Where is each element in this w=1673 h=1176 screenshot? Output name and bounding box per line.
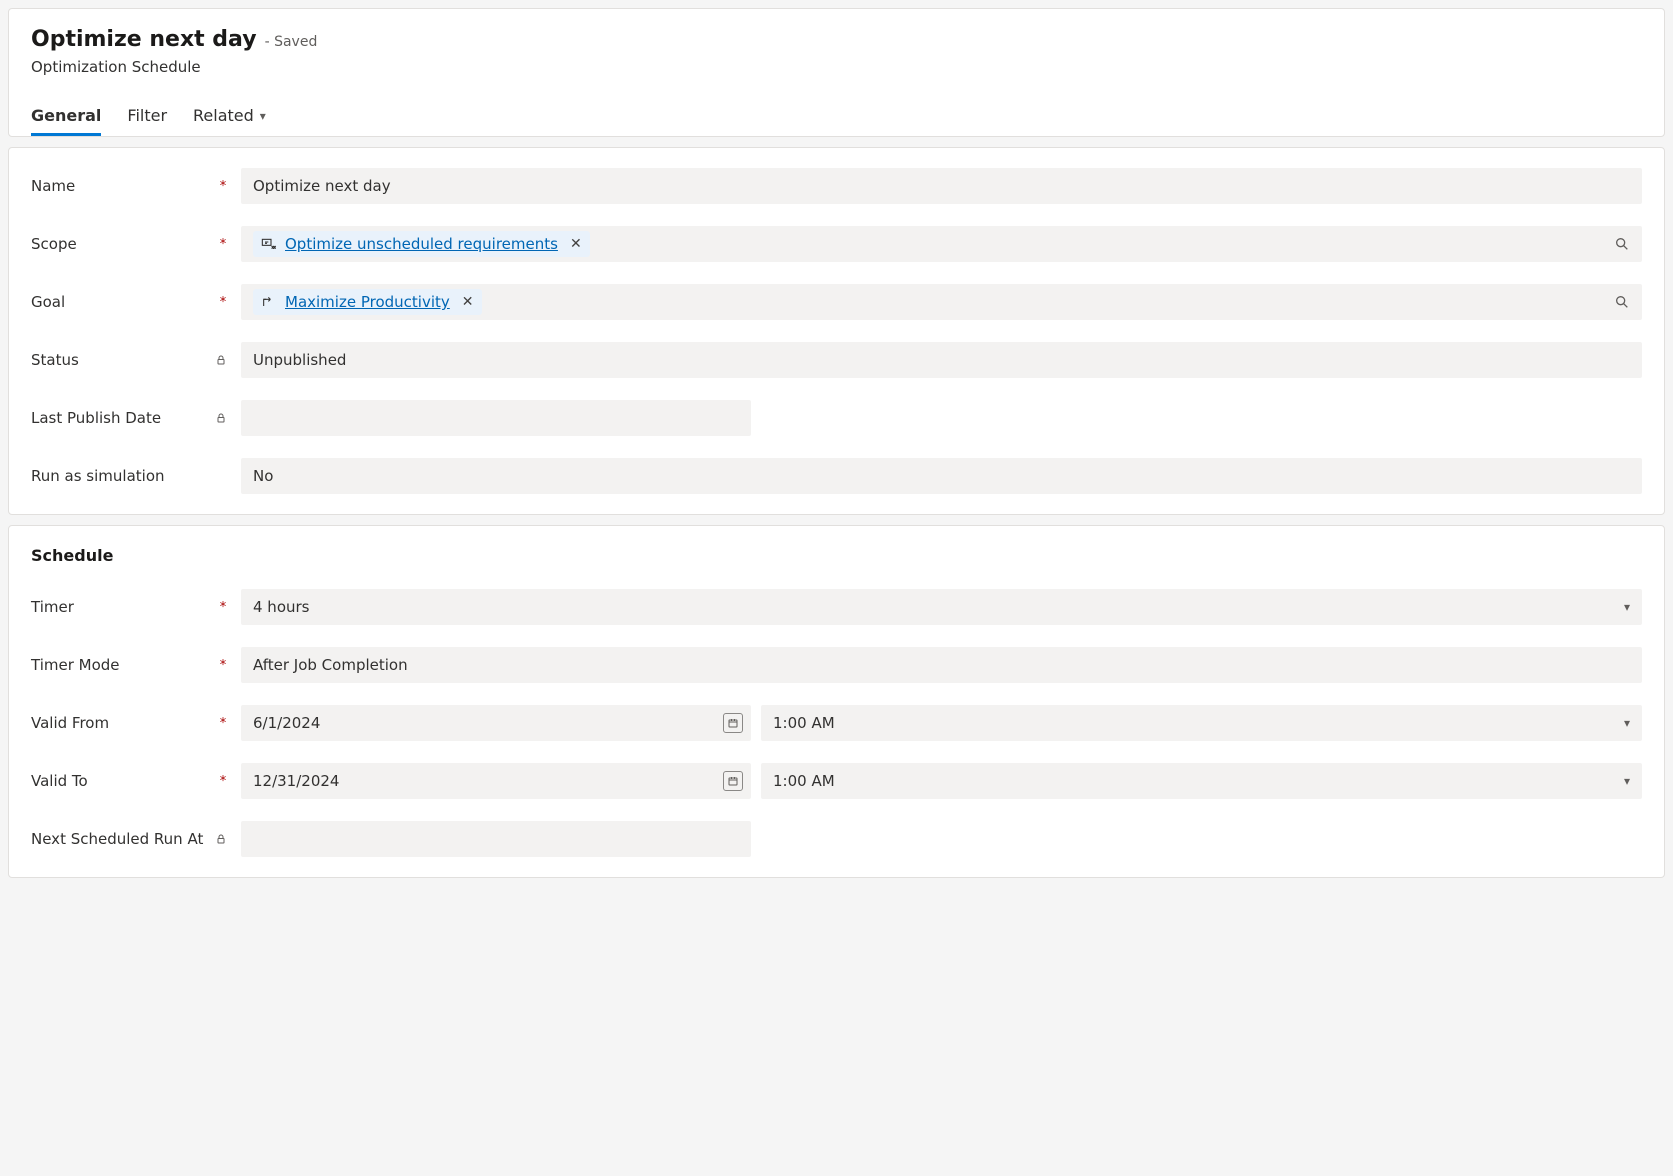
input-value: 12/31/2024 (253, 772, 339, 790)
timer-select[interactable]: 4 hours ▾ (241, 589, 1642, 625)
tab-label: General (31, 106, 101, 125)
required-indicator-icon: * (215, 774, 231, 789)
chevron-down-icon: ▾ (1624, 600, 1630, 614)
field-timer: Timer * 4 hours ▾ (31, 589, 1642, 625)
run-as-simulation-input[interactable]: No (241, 458, 1642, 494)
tab-related[interactable]: Related ▾ (193, 98, 266, 136)
field-label: Valid To (31, 772, 88, 790)
search-icon[interactable] (1614, 236, 1630, 252)
status-input: Unpublished (241, 342, 1642, 378)
required-indicator-icon: * (215, 295, 231, 310)
field-label: Scope (31, 235, 77, 253)
lock-icon (215, 354, 231, 366)
field-timer-mode: Timer Mode * After Job Completion (31, 647, 1642, 683)
input-value: 1:00 AM (773, 772, 835, 790)
field-scope: Scope * Optimize unscheduled requirement… (31, 226, 1642, 262)
field-label: Goal (31, 293, 65, 311)
input-value: No (253, 467, 273, 485)
lock-icon (215, 833, 231, 845)
field-label: Last Publish Date (31, 409, 161, 427)
form-header: Optimize next day - Saved Optimization S… (8, 8, 1665, 137)
field-last-publish-date: Last Publish Date (31, 400, 1642, 436)
required-indicator-icon: * (215, 237, 231, 252)
search-icon[interactable] (1614, 294, 1630, 310)
valid-to-time-select[interactable]: 1:00 AM ▾ (761, 763, 1642, 799)
calendar-icon[interactable] (723, 713, 743, 733)
calendar-icon[interactable] (723, 771, 743, 791)
field-label: Name (31, 177, 75, 195)
chevron-down-icon: ▾ (260, 109, 266, 123)
input-value: Optimize next day (253, 177, 391, 195)
input-value: 6/1/2024 (253, 714, 320, 732)
goal-lookup[interactable]: Maximize Productivity ✕ (241, 284, 1642, 320)
field-valid-from: Valid From * 6/1/2024 1:00 AM ▾ (31, 705, 1642, 741)
field-valid-to: Valid To * 12/31/2024 1:00 AM ▾ (31, 763, 1642, 799)
clear-lookup-icon[interactable]: ✕ (570, 236, 582, 252)
input-value: After Job Completion (253, 656, 408, 674)
lookup-tag: Optimize unscheduled requirements ✕ (253, 231, 590, 257)
lock-icon (215, 412, 231, 424)
field-run-as-simulation: Run as simulation No (31, 458, 1642, 494)
required-indicator-icon: * (215, 179, 231, 194)
goal-entity-icon (261, 295, 277, 309)
scope-entity-icon (261, 237, 277, 251)
tab-filter[interactable]: Filter (127, 98, 167, 136)
next-run-input (241, 821, 751, 857)
tab-label: Related (193, 106, 254, 125)
field-name: Name * Optimize next day (31, 168, 1642, 204)
field-status: Status Unpublished (31, 342, 1642, 378)
field-goal: Goal * Maximize Productivity ✕ (31, 284, 1642, 320)
field-label: Timer Mode (31, 656, 120, 674)
required-indicator-icon: * (215, 716, 231, 731)
lookup-link[interactable]: Optimize unscheduled requirements (285, 235, 558, 253)
page-title: Optimize next day (31, 27, 257, 52)
field-label: Next Scheduled Run At (31, 830, 203, 848)
form-tabs: General Filter Related ▾ (31, 98, 1642, 136)
tab-general[interactable]: General (31, 98, 101, 136)
section-general: Name * Optimize next day Scope * (8, 147, 1665, 515)
save-status: - Saved (265, 34, 318, 50)
field-next-scheduled-run: Next Scheduled Run At (31, 821, 1642, 857)
last-publish-date-input (241, 400, 751, 436)
input-value: 1:00 AM (773, 714, 835, 732)
name-input[interactable]: Optimize next day (241, 168, 1642, 204)
clear-lookup-icon[interactable]: ✕ (462, 294, 474, 310)
lookup-tag: Maximize Productivity ✕ (253, 289, 482, 315)
input-value: 4 hours (253, 598, 309, 616)
timer-mode-input[interactable]: After Job Completion (241, 647, 1642, 683)
required-indicator-icon: * (215, 658, 231, 673)
field-label: Run as simulation (31, 467, 165, 485)
section-title: Schedule (31, 546, 1642, 565)
field-label: Timer (31, 598, 74, 616)
input-value: Unpublished (253, 351, 346, 369)
tab-label: Filter (127, 106, 167, 125)
section-schedule: Schedule Timer * 4 hours ▾ Timer Mode * … (8, 525, 1665, 878)
required-indicator-icon: * (215, 600, 231, 615)
valid-from-date-input[interactable]: 6/1/2024 (241, 705, 751, 741)
field-label: Status (31, 351, 79, 369)
entity-name: Optimization Schedule (31, 58, 1642, 76)
field-label: Valid From (31, 714, 109, 732)
chevron-down-icon: ▾ (1624, 716, 1630, 730)
lookup-link[interactable]: Maximize Productivity (285, 293, 450, 311)
valid-from-time-select[interactable]: 1:00 AM ▾ (761, 705, 1642, 741)
chevron-down-icon: ▾ (1624, 774, 1630, 788)
scope-lookup[interactable]: Optimize unscheduled requirements ✕ (241, 226, 1642, 262)
valid-to-date-input[interactable]: 12/31/2024 (241, 763, 751, 799)
